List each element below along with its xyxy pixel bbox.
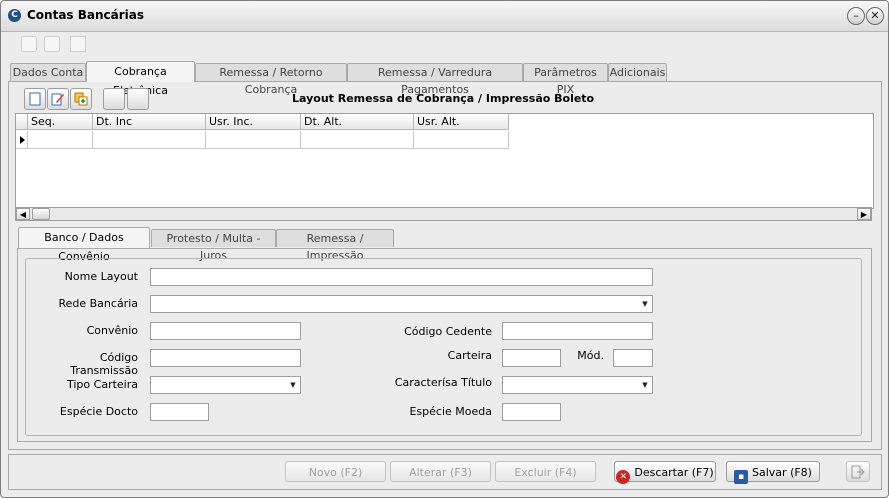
quick-action-button-2[interactable] bbox=[44, 36, 60, 52]
horizontal-scrollbar[interactable]: ◀ ▶ bbox=[15, 207, 872, 221]
caracteristica-titulo-label: Caracterísa Título bbox=[394, 376, 492, 389]
table-row-cell[interactable] bbox=[206, 131, 301, 149]
discard-icon: ✕ bbox=[616, 470, 631, 484]
chevron-down-icon[interactable]: ▼ bbox=[638, 377, 652, 393]
carteira-field[interactable] bbox=[502, 349, 561, 367]
subtab-protesto-multa-juros[interactable]: Protesto / Multa - Juros bbox=[151, 229, 276, 262]
convenio-label: Convênio bbox=[86, 324, 138, 337]
quick-action-button-3[interactable] bbox=[70, 36, 86, 52]
title-bar[interactable]: C Contas Bancárias – ✕ bbox=[1, 1, 888, 32]
toolbar-button-5[interactable] bbox=[127, 88, 149, 110]
minimize-icon[interactable]: – bbox=[847, 7, 865, 25]
scroll-left-icon[interactable]: ◀ bbox=[16, 208, 30, 220]
alterar-button[interactable]: Alterar (F3) bbox=[390, 461, 491, 482]
descartar-label: Descartar (F7) bbox=[634, 466, 714, 479]
tipo-carteira-label: Tipo Carteira bbox=[67, 378, 138, 391]
codigo-cedente-field[interactable] bbox=[502, 322, 653, 340]
column-header-usr-alt[interactable]: Usr. Alt. bbox=[414, 114, 509, 130]
window-title: Contas Bancárias bbox=[27, 8, 145, 22]
salvar-label: Salvar (F8) bbox=[752, 466, 812, 479]
quick-action-button-1[interactable] bbox=[21, 36, 37, 52]
layout-grid[interactable]: Seq. Dt. Inc Usr. Inc. Dt. Alt. Usr. Alt… bbox=[15, 113, 874, 209]
column-header-seq[interactable]: Seq. bbox=[28, 114, 93, 130]
novo-button[interactable]: Novo (F2) bbox=[285, 461, 386, 482]
table-row-cell[interactable] bbox=[414, 131, 509, 149]
subtab-banco-dados-convenio[interactable]: Banco / Dados Convênio bbox=[18, 227, 150, 263]
tab-remessa-varredura[interactable]: Remessa / Varredura Pagamentos bbox=[347, 63, 523, 96]
rede-bancaria-select[interactable]: ▼ bbox=[150, 295, 653, 313]
tab-remessa-retorno[interactable]: Remessa / Retorno Cobrança bbox=[195, 63, 347, 96]
exit-icon[interactable] bbox=[846, 461, 870, 482]
subtab-remessa-impressao[interactable]: Remessa / Impressão bbox=[276, 229, 394, 262]
excluir-button[interactable]: Excluir (F4) bbox=[495, 461, 596, 482]
descartar-button[interactable]: ✕ Descartar (F7) bbox=[614, 461, 716, 484]
chevron-down-icon[interactable]: ▼ bbox=[638, 296, 652, 312]
tab-parametros-pix[interactable]: Parâmetros PIX bbox=[523, 63, 608, 96]
section-title: Layout Remessa de Cobrança / Impressão B… bbox=[292, 92, 595, 105]
column-header-usr-inc[interactable]: Usr. Inc. bbox=[206, 114, 301, 130]
carteira-label: Carteira bbox=[447, 349, 492, 362]
tab-cobranca-eletronica[interactable]: Cobrança Eletrônica bbox=[86, 61, 195, 97]
close-icon[interactable]: ✕ bbox=[866, 7, 884, 25]
grid-corner bbox=[16, 114, 28, 130]
scroll-right-icon[interactable]: ▶ bbox=[857, 208, 871, 220]
codigo-transmissao-field[interactable] bbox=[150, 349, 301, 367]
tab-adicionais[interactable]: Adicionais bbox=[608, 63, 667, 81]
codigo-transmissao-label: Código Transmissão bbox=[70, 351, 138, 377]
especie-docto-field[interactable] bbox=[150, 403, 209, 421]
mod-label: Mód. bbox=[577, 349, 604, 362]
edit-record-icon[interactable] bbox=[47, 88, 69, 110]
codigo-cedente-label: Código Cedente bbox=[404, 325, 492, 338]
especie-moeda-label: Espécie Moeda bbox=[409, 405, 492, 418]
table-row-cell[interactable] bbox=[93, 131, 206, 149]
tipo-carteira-select[interactable]: ▼ bbox=[150, 376, 301, 394]
save-icon: ▪ bbox=[734, 470, 749, 484]
column-header-dt-inc[interactable]: Dt. Inc bbox=[93, 114, 206, 130]
caracteristica-titulo-select[interactable]: ▼ bbox=[502, 376, 653, 394]
convenio-field[interactable] bbox=[150, 322, 301, 340]
salvar-button[interactable]: ▪ Salvar (F8) bbox=[726, 461, 820, 484]
especie-moeda-field[interactable] bbox=[502, 403, 561, 421]
chevron-down-icon[interactable]: ▼ bbox=[286, 377, 300, 393]
tab-dados-conta[interactable]: Dados Conta bbox=[10, 63, 86, 81]
rede-bancaria-label: Rede Bancária bbox=[58, 297, 138, 310]
nome-layout-field[interactable] bbox=[150, 268, 653, 286]
row-indicator-icon bbox=[16, 131, 28, 149]
new-record-icon[interactable] bbox=[24, 88, 46, 110]
nome-layout-label: Nome Layout bbox=[64, 270, 138, 283]
copy-record-icon[interactable] bbox=[70, 88, 92, 110]
table-row-cell[interactable] bbox=[28, 131, 93, 149]
toolbar-button-4[interactable] bbox=[103, 88, 125, 110]
column-header-dt-alt[interactable]: Dt. Alt. bbox=[301, 114, 414, 130]
table-row-cell[interactable] bbox=[301, 131, 414, 149]
scrollbar-thumb[interactable] bbox=[32, 208, 50, 220]
especie-docto-label: Espécie Docto bbox=[59, 405, 138, 418]
app-icon: C bbox=[8, 9, 21, 22]
mod-field[interactable] bbox=[613, 349, 653, 367]
